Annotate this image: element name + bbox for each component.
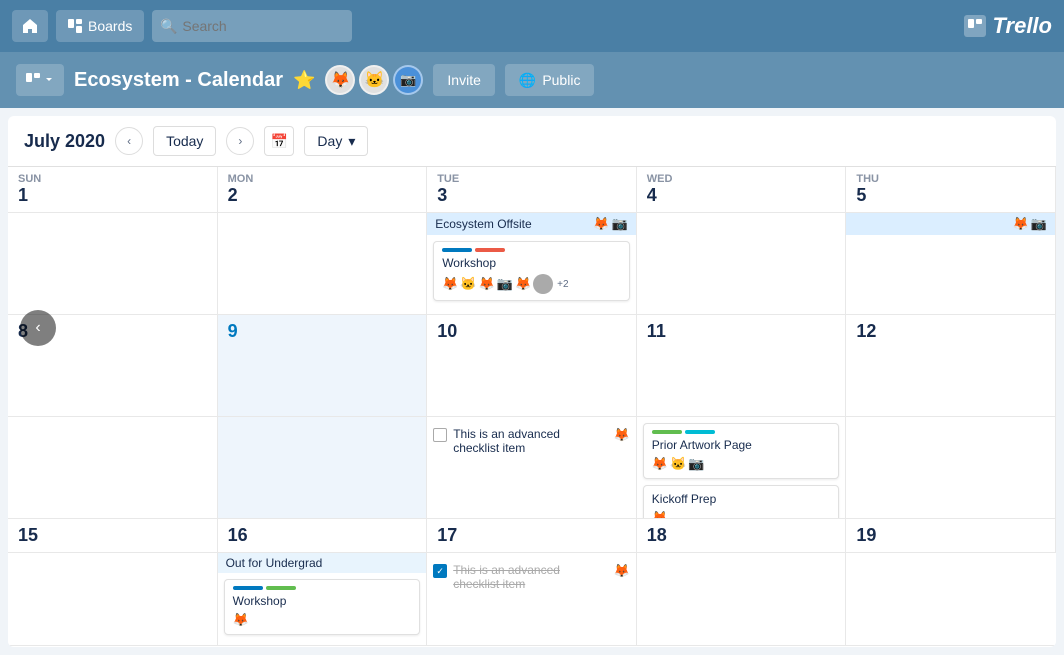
next-month-button[interactable]: › — [226, 127, 254, 155]
avatar-3: 📷 — [393, 65, 423, 95]
board-title: Ecosystem - Calendar — [74, 69, 283, 92]
cell-16: Out for Undergrad Workshop 🦊 — [218, 553, 428, 646]
today-button[interactable]: Today — [153, 126, 216, 156]
col-header-tue: TUE 3 — [427, 167, 637, 213]
prior-artwork-card[interactable]: Prior Artwork Page 🦊 🐱 📷 — [643, 423, 840, 479]
card-labels — [442, 248, 621, 252]
label-blue — [442, 248, 472, 252]
col-header-16: 16 — [218, 519, 428, 553]
label-cyan — [685, 430, 715, 434]
cell-tue-3: Ecosystem Offsite 🦊 📷 Workshop 🦊 🐱 🦊 📷 — [427, 213, 637, 315]
calendar-icon-button[interactable]: 📅 — [264, 126, 294, 156]
cell-mon-2 — [218, 213, 428, 315]
prior-artwork-title: Prior Artwork Page — [652, 438, 831, 452]
boards-button[interactable]: Boards — [56, 10, 144, 42]
trello-logo-icon — [964, 15, 986, 37]
col-header-12: 12 — [846, 315, 1056, 417]
top-navigation: Boards 🔍 Trello — [0, 0, 1064, 52]
label-green — [652, 430, 682, 434]
avatar-group: 🦊 🐱 📷 — [325, 65, 423, 95]
cell-thu-5: 🦊 📷 — [846, 213, 1056, 315]
boards-label: Boards — [88, 18, 132, 34]
cell-17: ✓ This is an advanced checklist item 🦊 — [427, 553, 637, 646]
view-label: Day — [317, 133, 342, 149]
workshop-avatars: 🦊 🐱 🦊 📷 🦊 +2 — [442, 274, 621, 294]
cell-10: This is an advanced checklist item 🦊 — [427, 417, 637, 519]
checklist-text: This is an advanced checklist item — [453, 427, 605, 455]
calendar-toolbar: July 2020 ‹ Today › 📅 Day ▾ — [8, 116, 1056, 167]
ecosystem-offsite-banner-thu: 🦊 📷 — [846, 213, 1055, 235]
checklist-item-10[interactable]: This is an advanced checklist item 🦊 — [433, 423, 630, 459]
prior-artwork-labels — [652, 430, 831, 434]
col-header-thu: THU 5 — [846, 167, 1056, 213]
chevron-down-icon: ▾ — [348, 133, 355, 150]
checklist-done-text: This is an advanced checklist item — [453, 563, 605, 591]
cell-12 — [846, 417, 1056, 519]
checkbox-checked[interactable]: ✓ — [433, 564, 447, 578]
prior-artwork-avatars: 🦊 🐱 📷 — [652, 456, 831, 472]
board-header: Ecosystem - Calendar ⭐ 🦊 🐱 📷 Invite 🌐 Pu… — [0, 52, 1064, 108]
offsite-avatars-thu: 🦊 📷 — [1013, 216, 1047, 232]
col-header-19: 19 — [846, 519, 1056, 553]
cell-sun-1 — [8, 213, 218, 315]
col-header-sun: SUN 1 — [8, 167, 218, 213]
col-header-15: 15 — [8, 519, 218, 553]
col-header-17: 17 — [427, 519, 637, 553]
col-header-mon: MON 2 — [218, 167, 428, 213]
col-header-10: 10 — [427, 315, 637, 417]
public-button[interactable]: 🌐 Public — [505, 64, 595, 96]
calendar-month-year: July 2020 — [24, 131, 105, 152]
col-header-11: 11 — [637, 315, 847, 417]
workshop-title: Workshop — [442, 256, 621, 270]
label-blue-2 — [233, 586, 263, 590]
undergrad-label: Out for Undergrad — [226, 556, 323, 570]
label-red — [475, 248, 505, 252]
trello-wordmark: Trello — [992, 13, 1052, 39]
kickoff-prep-card[interactable]: Kickoff Prep 🦊 — [643, 485, 840, 519]
cell-8 — [8, 417, 218, 519]
public-label: Public — [542, 72, 580, 88]
kickoff-avatars: 🦊 — [652, 510, 831, 519]
kickoff-prep-title: Kickoff Prep — [652, 492, 831, 506]
view-selector-button[interactable]: Day ▾ — [304, 126, 368, 156]
trello-logo: Trello — [964, 13, 1052, 39]
globe-icon: 🌐 — [519, 72, 536, 89]
cell-11: Prior Artwork Page 🦊 🐱 📷 Kickoff Prep 🦊 — [637, 417, 847, 519]
workshop-mon16-title: Workshop — [233, 594, 412, 608]
calendar-container: July 2020 ‹ Today › 📅 Day ▾ SUN 1 MON 2 … — [8, 116, 1056, 647]
avatar-1: 🦊 — [325, 65, 355, 95]
prev-month-button[interactable]: ‹ — [115, 127, 143, 155]
workshop-card-mon16[interactable]: Workshop 🦊 — [224, 579, 421, 635]
workshop16-avatars: 🦊 — [233, 612, 412, 628]
workshop-card-tue3[interactable]: Workshop 🦊 🐱 🦊 📷 🦊 +2 — [433, 241, 630, 301]
ecosystem-offsite-banner[interactable]: Ecosystem Offsite 🦊 📷 — [427, 213, 636, 235]
checklist-done-17[interactable]: ✓ This is an advanced checklist item 🦊 — [433, 559, 630, 595]
cell-wed-4 — [637, 213, 847, 315]
cell-15 — [8, 553, 218, 646]
calendar-grid: SUN 1 MON 2 TUE 3 WED 4 THU 5 Ecosystem … — [8, 167, 1056, 646]
undergrad-banner[interactable]: Out for Undergrad — [218, 553, 427, 573]
avatar-2: 🐱 — [359, 65, 389, 95]
col-header-18: 18 — [637, 519, 847, 553]
invite-button[interactable]: Invite — [433, 64, 494, 96]
more-avatars-label: +2 — [557, 279, 568, 290]
workshop16-labels — [233, 586, 412, 590]
cell-19 — [846, 553, 1056, 646]
col-header-9: 9 — [218, 315, 428, 417]
scroll-left-button[interactable]: ‹ — [20, 310, 56, 346]
home-button[interactable] — [12, 10, 48, 42]
cell-9 — [218, 417, 428, 519]
offsite-avatars: 🦊 📷 — [593, 216, 627, 232]
checkbox-unchecked[interactable] — [433, 428, 447, 442]
search-input[interactable] — [152, 10, 352, 42]
col-header-wed: WED 4 — [637, 167, 847, 213]
cell-18 — [637, 553, 847, 646]
view-toggle-button[interactable] — [16, 64, 64, 96]
ecosystem-offsite-label: Ecosystem Offsite — [435, 217, 531, 231]
star-icon[interactable]: ⭐ — [293, 70, 315, 91]
search-wrapper: 🔍 — [152, 10, 352, 42]
label-green-2 — [266, 586, 296, 590]
